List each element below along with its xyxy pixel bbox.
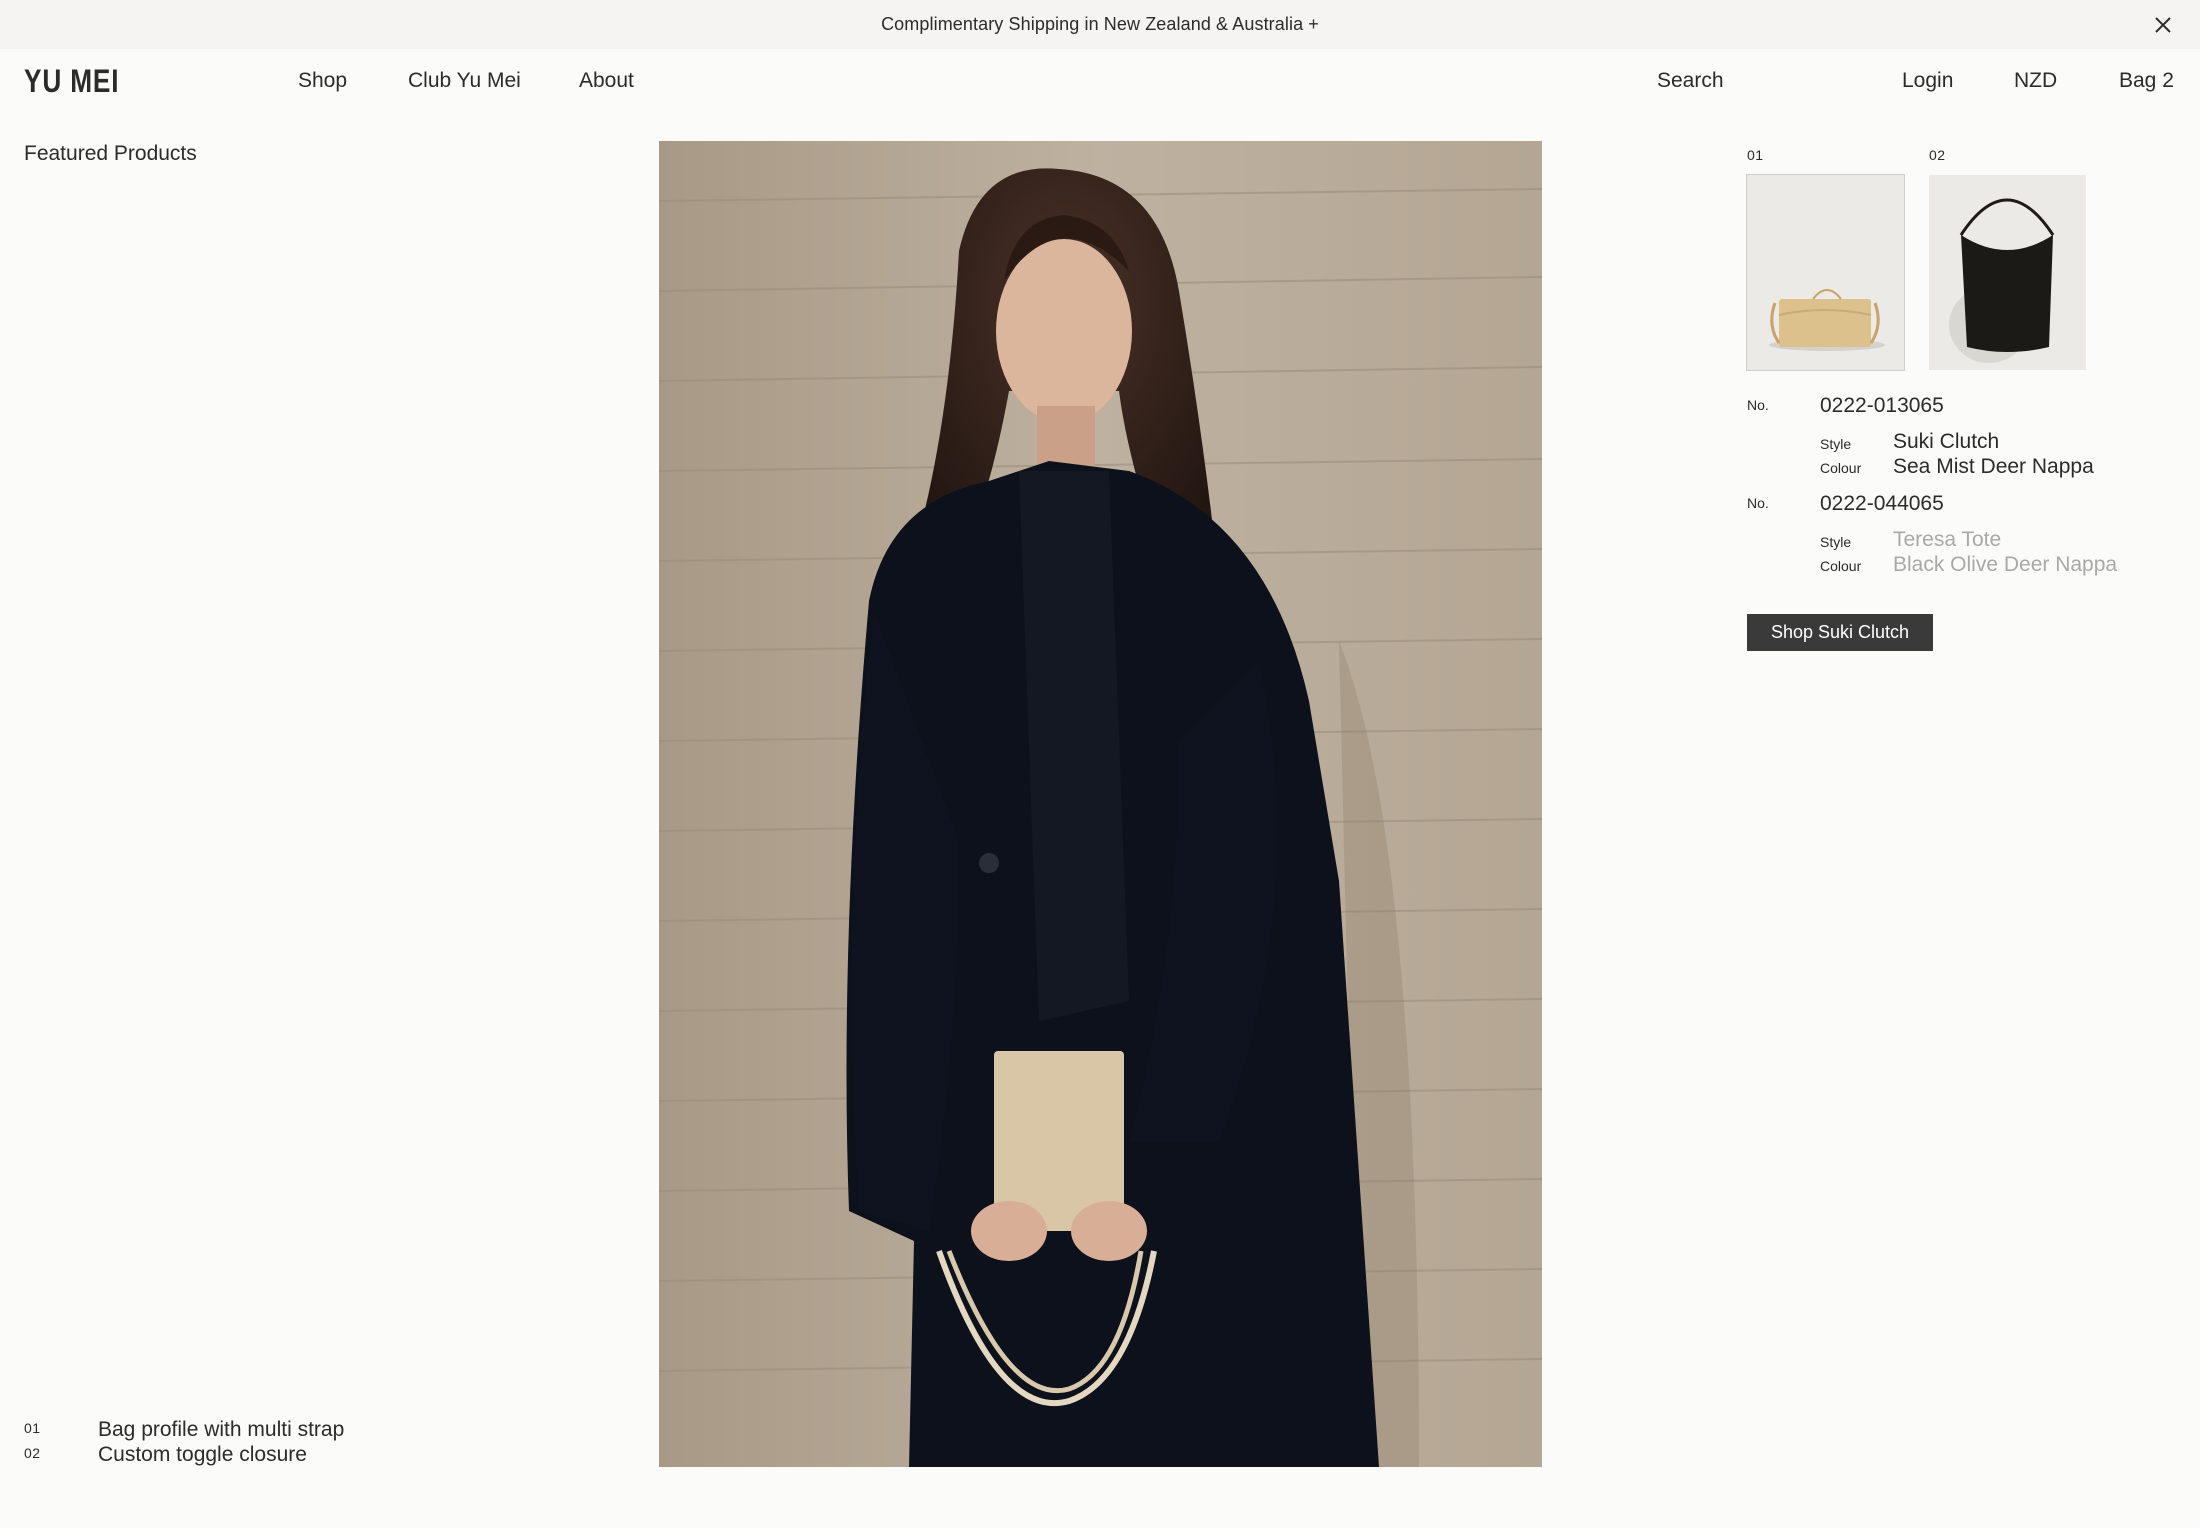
thumbnail-teresa-tote[interactable] xyxy=(1929,175,2086,370)
thumbnail-suki-clutch[interactable] xyxy=(1746,174,1905,371)
feature-number: 02 xyxy=(24,1445,41,1461)
thumbnail-number: 02 xyxy=(1929,147,1946,163)
feature-number: 01 xyxy=(24,1420,41,1436)
nav-shop[interactable]: Shop xyxy=(298,69,347,93)
close-icon[interactable] xyxy=(2152,14,2174,36)
announcement-banner[interactable]: Complimentary Shipping in New Zealand & … xyxy=(0,0,2200,49)
feature-text: Bag profile with multi strap xyxy=(98,1418,345,1441)
clutch-bag-image xyxy=(1747,175,1904,370)
product-colour: Black Olive Deer Nappa xyxy=(1893,553,2118,576)
shop-suki-clutch-button[interactable]: Shop Suki Clutch xyxy=(1747,614,1933,651)
nav-club-yu-mei[interactable]: Club Yu Mei xyxy=(408,69,521,93)
currency-selector[interactable]: NZD xyxy=(2014,69,2057,93)
site-logo[interactable]: YU MEI xyxy=(24,63,119,100)
product-style[interactable]: Teresa Tote xyxy=(1893,528,2001,552)
tote-bag-image xyxy=(1929,175,2086,370)
feature-text: Custom toggle closure xyxy=(98,1443,307,1466)
product-colour: Sea Mist Deer Nappa xyxy=(1893,455,2094,478)
product-no-label: No. xyxy=(1747,495,1769,511)
featured-products-title: Featured Products xyxy=(24,142,197,165)
login-link[interactable]: Login xyxy=(1902,69,1953,93)
product-no-label: No. xyxy=(1747,397,1769,413)
nav-about[interactable]: About xyxy=(579,69,634,93)
search-link[interactable]: Search xyxy=(1657,69,1724,93)
main-nav: YU MEI Shop Club Yu Mei About Search Log… xyxy=(0,49,2200,113)
style-label: Style xyxy=(1820,436,1852,452)
bag-link[interactable]: Bag 2 xyxy=(2119,69,2174,93)
hero-image xyxy=(659,141,1542,1467)
product-number: 0222-013065 xyxy=(1820,394,1944,417)
product-style[interactable]: Suki Clutch xyxy=(1893,430,1999,454)
thumbnail-number: 01 xyxy=(1747,147,1764,163)
product-number: 0222-044065 xyxy=(1820,492,1944,515)
banner-text[interactable]: Complimentary Shipping in New Zealand & … xyxy=(881,14,1319,35)
colour-label: Colour xyxy=(1820,460,1862,476)
colour-label: Colour xyxy=(1820,558,1862,574)
style-label: Style xyxy=(1820,534,1852,550)
